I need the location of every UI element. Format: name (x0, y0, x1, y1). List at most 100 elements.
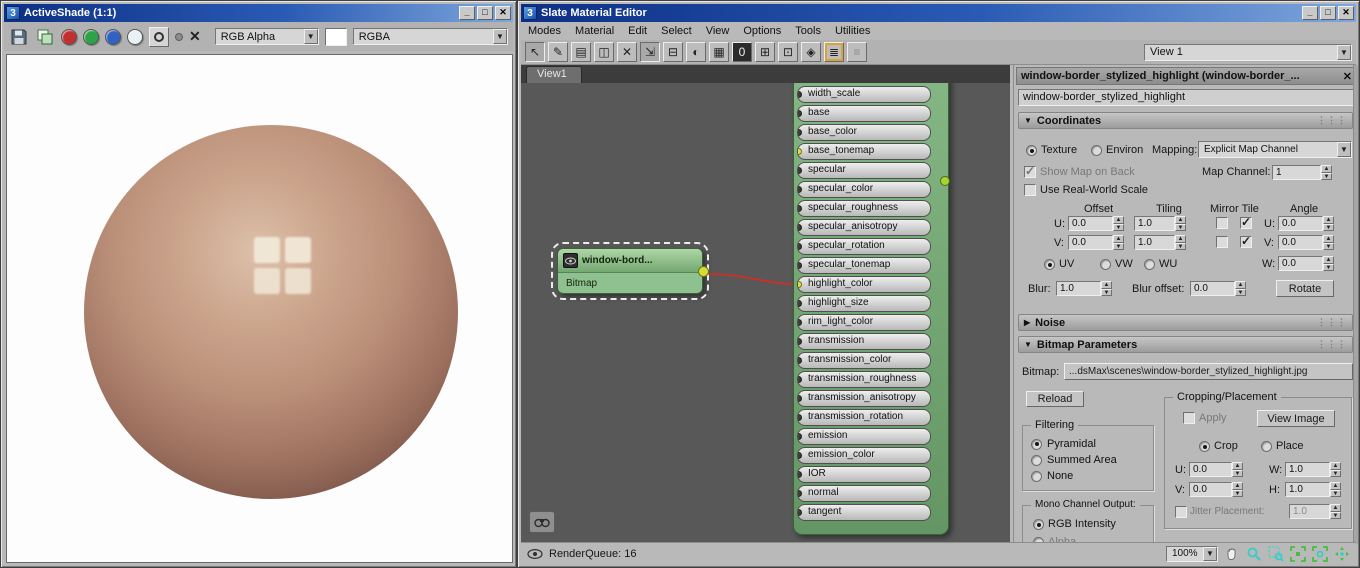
param-input-socket[interactable] (798, 243, 802, 250)
panel-header[interactable]: window-border_stylized_highlight (window… (1016, 67, 1357, 85)
v-mirror-checkbox[interactable] (1216, 236, 1228, 248)
param-input-socket[interactable] (798, 509, 802, 516)
put-material-to-scene-icon[interactable]: ◫ (594, 42, 614, 62)
param-input-socket[interactable] (798, 395, 802, 402)
rollout-coordinates[interactable]: ▼ Coordinates ⋮⋮⋮ (1018, 112, 1353, 129)
view-image-button[interactable]: View Image (1257, 410, 1335, 427)
tab-view1[interactable]: View1 (526, 66, 582, 83)
param-input-socket[interactable] (798, 319, 802, 326)
param-input-socket[interactable] (798, 110, 802, 117)
u-offset-spinner[interactable]: 0.0 ▲ ▼ (1068, 216, 1124, 231)
rgb-intensity-radio[interactable] (1033, 519, 1044, 530)
v-tiling-spinner[interactable]: 1.0 ▲ ▼ (1134, 235, 1186, 250)
param-input-socket[interactable] (798, 357, 802, 364)
bitmap-path-button[interactable]: ...dsMax\scenes\window-border_stylized_h… (1064, 363, 1353, 380)
delete-selected-icon[interactable]: ✕ (617, 42, 637, 62)
menu-utilities[interactable]: Utilities (828, 23, 877, 39)
menu-tools[interactable]: Tools (788, 23, 828, 39)
filter-summed-area-radio[interactable] (1031, 454, 1042, 466)
param-input-socket[interactable] (798, 490, 802, 497)
menu-select[interactable]: Select (654, 23, 699, 39)
node-param-width_scale[interactable]: width_scale (797, 86, 931, 103)
spinner-down-icon[interactable]: ▼ (1232, 469, 1243, 477)
material-id-channel-icon[interactable]: ◈ (801, 42, 821, 62)
spinner-up-icon[interactable]: ▲ (1113, 235, 1124, 243)
node-param-tangent[interactable]: tangent (797, 504, 931, 521)
spinner-up-icon[interactable]: ▲ (1232, 482, 1243, 490)
slate-titlebar[interactable]: 3 Slate Material Editor _ □ ✕ (521, 4, 1356, 22)
param-input-socket[interactable] (798, 414, 802, 421)
crop-h-spinner[interactable]: 1.0 ▲ ▼ (1285, 482, 1341, 497)
spinner-up-icon[interactable]: ▲ (1323, 256, 1334, 264)
spinner-up-icon[interactable]: ▲ (1321, 165, 1332, 173)
spinner-up-icon[interactable]: ▲ (1330, 504, 1341, 512)
v-tile-checkbox[interactable] (1240, 234, 1252, 248)
pan-to-selected-icon[interactable] (1334, 546, 1350, 562)
reload-button[interactable]: Reload (1026, 391, 1084, 407)
param-input-socket[interactable] (798, 148, 802, 155)
crop-u-spinner[interactable]: 0.0 ▲ ▼ (1189, 462, 1243, 477)
param-input-socket[interactable] (798, 471, 802, 478)
node-param-transmission_color[interactable]: transmission_color (797, 352, 931, 369)
node-param-highlight_color[interactable]: highlight_color (797, 276, 931, 293)
spinner-up-icon[interactable]: ▲ (1175, 216, 1186, 224)
spinner-down-icon[interactable]: ▼ (1330, 489, 1341, 497)
param-input-socket[interactable] (798, 129, 802, 136)
v-angle-spinner[interactable]: 0.0 ▲ ▼ (1278, 235, 1334, 250)
menu-options[interactable]: Options (736, 23, 788, 39)
param-input-socket[interactable] (798, 433, 802, 440)
bitmap-node[interactable]: window-bord... Bitmap (551, 242, 709, 300)
node-param-transmission_rotation[interactable]: transmission_rotation (797, 409, 931, 426)
spinner-up-icon[interactable]: ▲ (1232, 462, 1243, 470)
pick-material-from-object-icon[interactable]: ✎ (548, 42, 568, 62)
jitter-checkbox[interactable] (1175, 506, 1187, 518)
format-dropdown[interactable]: RGBA ▼ (352, 28, 508, 45)
node-param-specular_rotation[interactable]: specular_rotation (797, 238, 931, 255)
u-tiling-spinner[interactable]: 1.0 ▲ ▼ (1134, 216, 1186, 231)
menu-view[interactable]: View (699, 23, 737, 39)
clear-icon[interactable]: ✕ (189, 28, 201, 45)
chevron-down-icon[interactable]: ▼ (1337, 142, 1351, 157)
chevron-down-icon[interactable]: ▼ (1337, 44, 1351, 60)
maximize-icon[interactable]: □ (1320, 6, 1336, 20)
show-map-on-back-checkbox[interactable] (1024, 164, 1036, 178)
param-input-socket[interactable] (798, 262, 802, 269)
minimize-icon[interactable]: _ (1302, 6, 1318, 20)
alpha-channel-icon[interactable] (127, 28, 143, 45)
spinner-down-icon[interactable]: ▼ (1232, 489, 1243, 497)
node-param-highlight_size[interactable]: highlight_size (797, 295, 931, 312)
u-angle-spinner[interactable]: 0.0 ▲ ▼ (1278, 216, 1334, 231)
node-param-emission_color[interactable]: emission_color (797, 447, 931, 464)
spinner-up-icon[interactable]: ▲ (1101, 281, 1112, 289)
param-input-socket[interactable] (798, 91, 802, 98)
hide-unused-nodeslots-icon[interactable]: ⊟ (663, 42, 683, 62)
close-icon[interactable]: ✕ (1338, 6, 1354, 20)
background-color-swatch[interactable] (324, 27, 347, 46)
param-input-socket[interactable] (798, 376, 802, 383)
spinner-down-icon[interactable]: ▼ (1113, 242, 1124, 250)
filter-none-radio[interactable] (1031, 470, 1042, 482)
crop-w-spinner[interactable]: 1.0 ▲ ▼ (1285, 462, 1341, 477)
spinner-up-icon[interactable]: ▲ (1323, 216, 1334, 224)
param-input-socket[interactable] (798, 167, 802, 174)
blur-offset-spinner[interactable]: 0.0 ▲ ▼ (1190, 281, 1246, 296)
node-param-base[interactable]: base (797, 105, 931, 122)
close-icon[interactable]: ✕ (495, 6, 511, 20)
chevron-down-icon[interactable]: ▼ (493, 29, 507, 44)
green-channel-icon[interactable] (83, 28, 99, 45)
map-channel-spinner[interactable]: 1 ▲ ▼ (1272, 165, 1332, 180)
environ-radio[interactable] (1091, 145, 1102, 156)
node-canvas[interactable]: width_scale base base_color base_tonemap spe… (521, 83, 1010, 544)
node-param-rim_light_color[interactable]: rim_light_color (797, 314, 931, 331)
param-input-socket[interactable] (798, 452, 802, 459)
param-input-socket[interactable] (798, 300, 802, 307)
bitmap-node-header[interactable]: window-bord... (558, 249, 702, 273)
panel-scrollbar[interactable] (1353, 65, 1358, 544)
spinner-down-icon[interactable]: ▼ (1323, 223, 1334, 231)
view-selector-dropdown[interactable]: View 1 ▼ (1144, 43, 1352, 61)
put-material-to-library-icon[interactable]: ▤ (571, 42, 591, 62)
mapping-dropdown[interactable]: Explicit Map Channel ▼ (1198, 141, 1352, 158)
spinner-down-icon[interactable]: ▼ (1330, 511, 1341, 519)
node-param-specular_color[interactable]: specular_color (797, 181, 931, 198)
jitter-spinner[interactable]: 1.0 ▲ ▼ (1289, 504, 1341, 519)
